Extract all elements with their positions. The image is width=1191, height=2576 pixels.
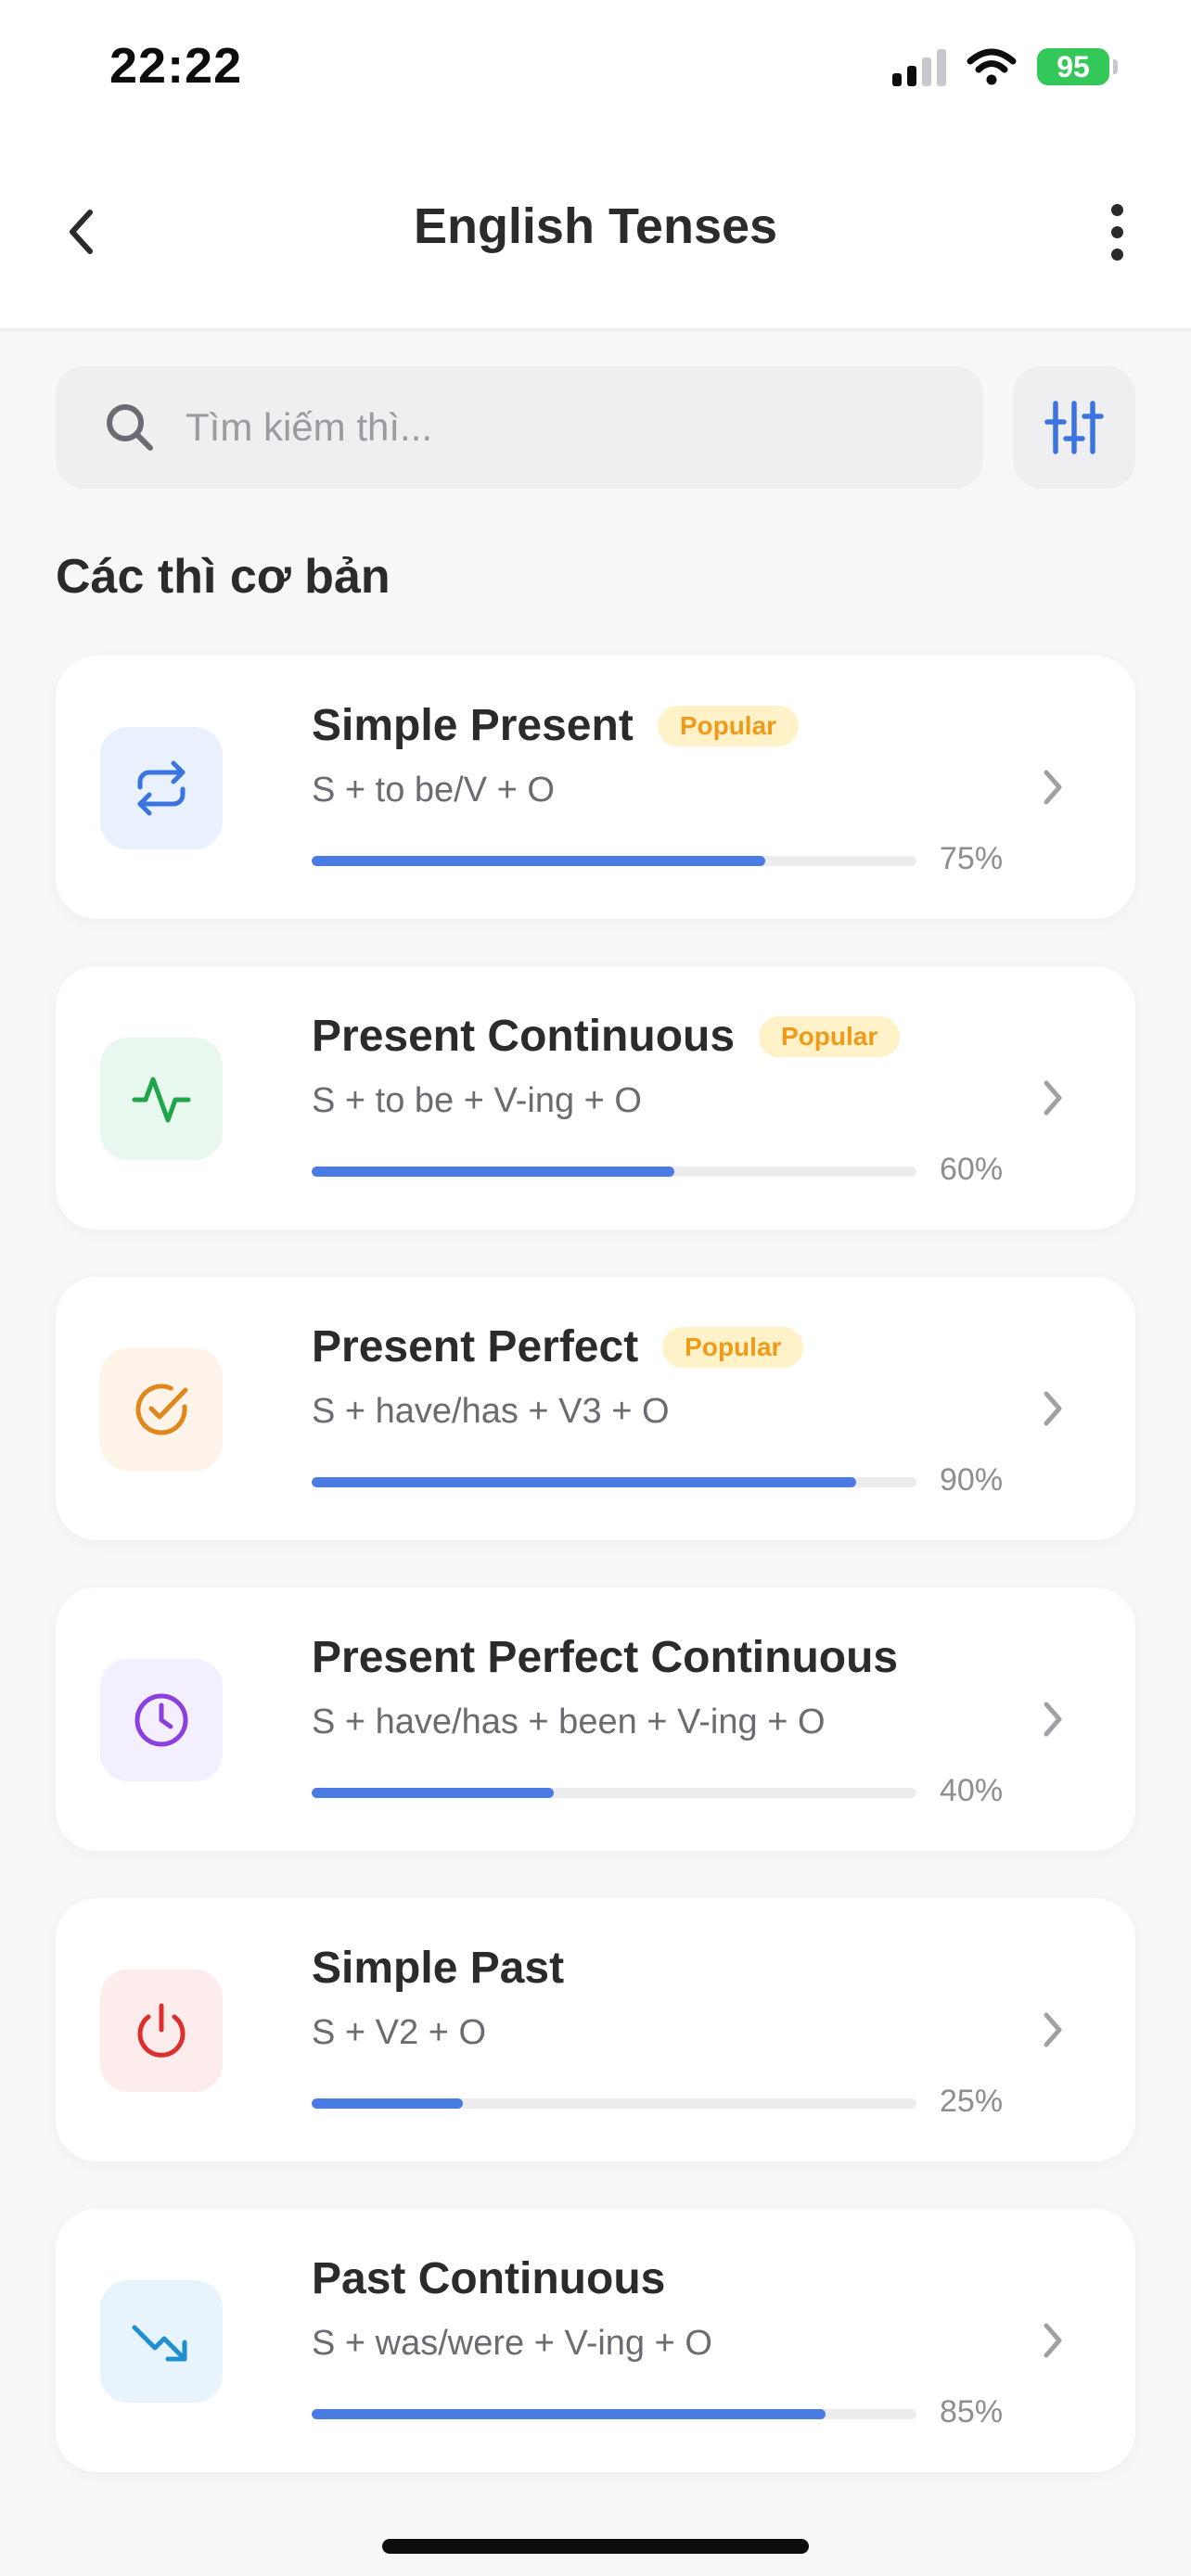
check-circle-icon (135, 1384, 188, 1435)
progress-track (312, 1477, 916, 1487)
popular-badge: Popular (657, 706, 800, 746)
tense-title: Present Perfect Popular (312, 1321, 804, 1372)
home-indicator (382, 2539, 809, 2554)
progress-track (312, 856, 916, 866)
tense-card-present-perfect[interactable]: Present Perfect Popular S + have/has + V3… (56, 1277, 1135, 1540)
chevron-right-icon (1044, 770, 1062, 805)
activity-icon (132, 1077, 191, 1123)
progress-fill (312, 2409, 826, 2419)
tense-icon-tile (100, 1970, 223, 2092)
progress-label: 90% (940, 1462, 1004, 1498)
tense-title: Present Continuous Popular (312, 1011, 901, 1062)
search-bar[interactable] (56, 366, 983, 489)
more-dot-icon (1110, 248, 1123, 261)
open-tense-button[interactable] (1030, 1691, 1076, 1747)
chevron-right-icon (1044, 1391, 1062, 1426)
screen: 22:22 95 English Tenses Tìm kiếm thì... … (0, 0, 1191, 2576)
search-icon (107, 404, 153, 451)
progress-fill (312, 2098, 463, 2109)
cellular-signal-icon (892, 47, 946, 86)
tense-name: Present Continuous (312, 1012, 736, 1061)
more-options-button[interactable] (1089, 193, 1145, 271)
progress-fill (312, 856, 765, 866)
progress-fill (312, 1167, 675, 1177)
tense-name: Past Continuous (312, 2254, 666, 2303)
tense-icon-tile (100, 2280, 223, 2403)
more-dot-icon (1110, 203, 1123, 216)
tense-card-present-perfect-continuous[interactable]: Present Perfect Continuous S + have/has … (56, 1588, 1135, 1851)
tense-title: Simple Past (312, 1943, 564, 1994)
more-dot-icon (1110, 225, 1123, 238)
tense-name: Simple Present (312, 701, 634, 750)
progress-fill (312, 1477, 856, 1487)
open-tense-button[interactable] (1030, 759, 1076, 815)
tense-card-simple-past[interactable]: Simple Past S + V2 + O 25% (56, 1898, 1135, 2162)
tense-formula: S + was/were + V-ing + O (312, 2324, 712, 2363)
tense-name: Simple Past (312, 1944, 565, 1993)
tense-formula: S + to be/V + O (312, 771, 555, 810)
power-icon (137, 2003, 186, 2058)
progress-track (312, 2409, 916, 2419)
progress-label: 60% (940, 1152, 1004, 1187)
filter-button[interactable] (1013, 366, 1135, 489)
progress-track (312, 1167, 916, 1177)
tense-icon-tile (100, 1348, 223, 1471)
status-icons: 95 (892, 43, 1118, 91)
progress-fill (312, 1788, 554, 1798)
tense-formula: S + have/has + V3 + O (312, 1392, 670, 1431)
popular-badge: Popular (759, 1016, 901, 1057)
progress-label: 25% (940, 2084, 1004, 2119)
status-time: 22:22 (109, 38, 243, 94)
tense-icon-tile (100, 727, 223, 849)
tense-title: Past Continuous (312, 2253, 665, 2304)
chevron-right-icon (1044, 1080, 1062, 1116)
tense-card-present-continuous[interactable]: Present Continuous Popular S + to be + V-… (56, 966, 1135, 1230)
trending-down-icon (132, 2325, 187, 2362)
tense-card-simple-present[interactable]: Simple Present Popular S + to be/V + O 75… (56, 656, 1135, 919)
sliders-icon (1044, 401, 1104, 454)
tense-icon-tile (100, 1659, 223, 1781)
top-bar: 22:22 95 English Tenses (0, 0, 1191, 331)
open-tense-button[interactable] (1030, 2002, 1076, 2058)
open-tense-button[interactable] (1030, 2313, 1076, 2368)
clock-icon (134, 1693, 188, 1747)
open-tense-button[interactable] (1030, 1381, 1076, 1436)
chevron-right-icon (1044, 1702, 1062, 1737)
progress-track (312, 1788, 916, 1798)
page-title: English Tenses (413, 198, 778, 254)
progress-label: 75% (940, 841, 1004, 876)
progress-label: 40% (940, 1773, 1004, 1808)
tense-card-past-continuous[interactable]: Past Continuous S + was/were + V-ing + O… (56, 2209, 1135, 2472)
tense-formula: S + to be + V-ing + O (312, 1081, 642, 1120)
search-input[interactable] (186, 405, 928, 450)
wifi-icon (967, 48, 1017, 85)
tense-title: Simple Present Popular (312, 700, 800, 751)
popular-badge: Popular (662, 1327, 804, 1368)
repeat-icon (137, 760, 186, 816)
section-title: Các thì cơ bản (56, 550, 391, 604)
tense-formula: S + have/has + been + V-ing + O (312, 1702, 826, 1741)
chevron-right-icon (1044, 2323, 1062, 2358)
progress-label: 85% (940, 2394, 1004, 2429)
tense-name: Present Perfect Continuous (312, 1633, 899, 1682)
tense-title: Present Perfect Continuous (312, 1632, 898, 1683)
tense-icon-tile (100, 1038, 223, 1160)
chevron-right-icon (1044, 2012, 1062, 2047)
battery-icon: 95 (1037, 48, 1118, 85)
progress-track (312, 2098, 916, 2109)
battery-level: 95 (1057, 49, 1090, 83)
tense-formula: S + V2 + O (312, 2013, 486, 2052)
open-tense-button[interactable] (1030, 1070, 1076, 1126)
tense-name: Present Perfect (312, 1322, 639, 1371)
